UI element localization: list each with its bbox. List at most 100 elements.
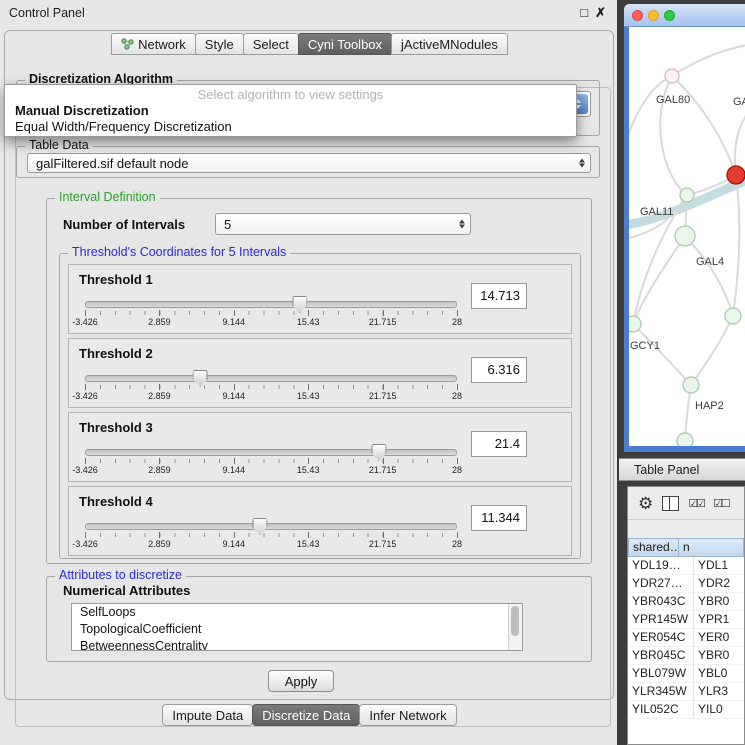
scrollbar-thumb[interactable] <box>511 606 519 636</box>
cell-name: YLR3 <box>694 683 744 700</box>
tab-label: Cyni Toolbox <box>308 37 382 52</box>
table-row[interactable]: YLR345WYLR3 <box>628 683 744 701</box>
select-columns-icon[interactable]: ☑☐ <box>713 497 729 510</box>
table-row[interactable]: YIL052CYIL0 <box>628 701 744 719</box>
slider-scale-label: -3.426 <box>72 539 98 549</box>
tab-jactivemnodules[interactable]: jActiveMNodules <box>391 33 508 55</box>
slider-scale-label: 2.859 <box>148 539 171 549</box>
attributes-group: Attributes to discretize Numerical Attri… <box>46 576 592 662</box>
network-node[interactable] <box>680 188 694 202</box>
table-data-combobox[interactable]: galFiltered.sif default node <box>27 153 591 173</box>
threshold-panel: Threshold 4-3.4262.8599.14415.4321.71528… <box>68 486 572 556</box>
table-row[interactable]: YDR27…YDR2 <box>628 575 744 593</box>
table-row[interactable]: YPR145WYPR1 <box>628 611 744 629</box>
table-body: YDL19…YDL1YDR27…YDR2YBR043CYBR0YPR145WYP… <box>628 557 744 744</box>
threshold-panel: Threshold 2-3.4262.8599.14415.4321.71528… <box>68 338 572 408</box>
algorithm-option-manual-discretization[interactable]: Manual Discretization <box>5 103 576 119</box>
column-header-name[interactable]: n <box>679 538 744 557</box>
gear-icon[interactable]: ⚙ <box>638 495 653 512</box>
apply-button[interactable]: Apply <box>268 670 334 692</box>
select-rows-icon[interactable]: ☑☑ <box>688 497 704 510</box>
minimize-traffic-light[interactable] <box>648 10 659 21</box>
slider-scale-label: 2.859 <box>148 391 171 401</box>
attribute-list-item[interactable]: TopologicalCoefficient <box>72 621 522 638</box>
network-node-label: GAL11 <box>640 206 673 218</box>
network-node[interactable] <box>675 226 695 246</box>
network-node[interactable] <box>629 316 641 332</box>
slider-scale-label: 21.715 <box>369 539 397 549</box>
combo-stepper-icon[interactable] <box>459 220 465 229</box>
cell-shared-name: YDL19… <box>628 557 694 574</box>
num-intervals-combobox[interactable]: 5 <box>215 213 471 235</box>
table-panel-titlebar: Table Panel <box>619 458 745 481</box>
threshold-slider[interactable]: -3.4262.8599.14415.4321.71528 <box>85 449 457 477</box>
network-canvas-svg[interactable]: GAL80GAGAL11GAL4GCY1HAP2 <box>629 27 745 446</box>
table-row[interactable]: YER054CYER0 <box>628 629 744 647</box>
top-tab-bar: NetworkStyleSelect Cyni Toolbox jActiveMNo… <box>0 33 620 55</box>
slider-scale-label: 15.43 <box>297 317 320 327</box>
threshold-panels: Threshold 1-3.4262.8599.14415.4321.71528… <box>60 264 580 560</box>
cell-shared-name: YBR045C <box>628 647 694 664</box>
slider-minor-ticks <box>85 459 457 463</box>
close-traffic-light[interactable] <box>632 10 643 21</box>
tab-cyni-toolbox[interactable]: Cyni Toolbox <box>298 33 392 55</box>
tab-discretize-data[interactable]: Discretize Data <box>252 704 360 726</box>
algorithm-option-equal-width-frequency-discretization[interactable]: Equal Width/Frequency Discretization <box>5 119 576 135</box>
slider-scale-label: 15.43 <box>297 391 320 401</box>
network-node[interactable] <box>683 377 699 393</box>
slider-major-tick <box>308 532 309 538</box>
table-row[interactable]: YBL079WYBL0 <box>628 665 744 683</box>
network-node[interactable] <box>727 166 745 184</box>
slider-minor-ticks <box>85 311 457 315</box>
attribute-list-item[interactable]: SelfLoops <box>72 604 522 621</box>
threshold-slider[interactable]: -3.4262.8599.14415.4321.71528 <box>85 523 457 551</box>
slider-major-tick <box>383 384 384 390</box>
network-node[interactable] <box>665 69 679 83</box>
slider-scale-label: 9.144 <box>223 317 246 327</box>
slider-scale-label: -3.426 <box>72 391 98 401</box>
cell-name: YDL1 <box>694 557 744 574</box>
slider-scale-label: 28 <box>452 539 462 549</box>
slider-major-tick <box>308 310 309 316</box>
tab-network[interactable]: Network <box>111 33 196 55</box>
zoom-traffic-light[interactable] <box>664 10 675 21</box>
float-window-icon[interactable]: □ <box>580 5 588 21</box>
threshold-slider[interactable]: -3.4262.8599.14415.4321.71528 <box>85 375 457 403</box>
group-title-thresholds: Threshold's Coordinates for 5 Intervals <box>68 245 290 259</box>
slider-major-tick <box>383 532 384 538</box>
threshold-value-field[interactable]: 21.4 <box>471 431 527 457</box>
network-node-label: GCY1 <box>630 340 660 352</box>
slider-scale-label: -3.426 <box>72 317 98 327</box>
tab-infer-network[interactable]: Infer Network <box>359 704 456 726</box>
tab-impute-data[interactable]: Impute Data <box>162 704 253 726</box>
threshold-value-field[interactable]: 11.344 <box>471 505 527 531</box>
network-node[interactable] <box>677 433 693 446</box>
slider-major-tick <box>308 384 309 390</box>
table-row[interactable]: YBR043CYBR0 <box>628 593 744 611</box>
slider-major-tick <box>234 458 235 464</box>
network-node-label: GAL4 <box>696 256 724 268</box>
numerical-attributes-list[interactable]: SelfLoopsTopologicalCoefficientBetweenne… <box>71 603 523 651</box>
cell-name: YBR0 <box>694 647 744 664</box>
network-node[interactable] <box>725 308 741 324</box>
slider-major-tick <box>85 384 86 390</box>
combo-stepper-icon[interactable] <box>579 159 585 168</box>
slider-major-tick <box>234 384 235 390</box>
close-icon[interactable]: ✗ <box>595 5 606 21</box>
threshold-value-field[interactable]: 6.316 <box>471 357 527 383</box>
tab-select[interactable]: Select <box>243 33 299 55</box>
network-canvas[interactable]: GAL80GAGAL11GAL4GCY1HAP2 <box>629 27 745 446</box>
table-row[interactable]: YBR045CYBR0 <box>628 647 744 665</box>
threshold-slider[interactable]: -3.4262.8599.14415.4321.71528 <box>85 301 457 329</box>
slider-major-tick <box>383 310 384 316</box>
list-scrollbar[interactable] <box>508 604 522 650</box>
table-row[interactable]: YDL19…YDL1 <box>628 557 744 575</box>
cell-name: YDR2 <box>694 575 744 592</box>
columns-icon[interactable] <box>662 496 679 511</box>
attribute-list-item[interactable]: BetweennessCentrality <box>72 638 522 651</box>
threshold-value-field[interactable]: 14.713 <box>471 283 527 309</box>
column-header-shared-name[interactable]: shared… <box>628 538 679 557</box>
group-title-attributes: Attributes to discretize <box>55 568 186 582</box>
control-panel-window: Control Panel □ ✗ NetworkStyleSelectCyni… <box>0 0 621 745</box>
tab-style[interactable]: Style <box>195 33 244 55</box>
